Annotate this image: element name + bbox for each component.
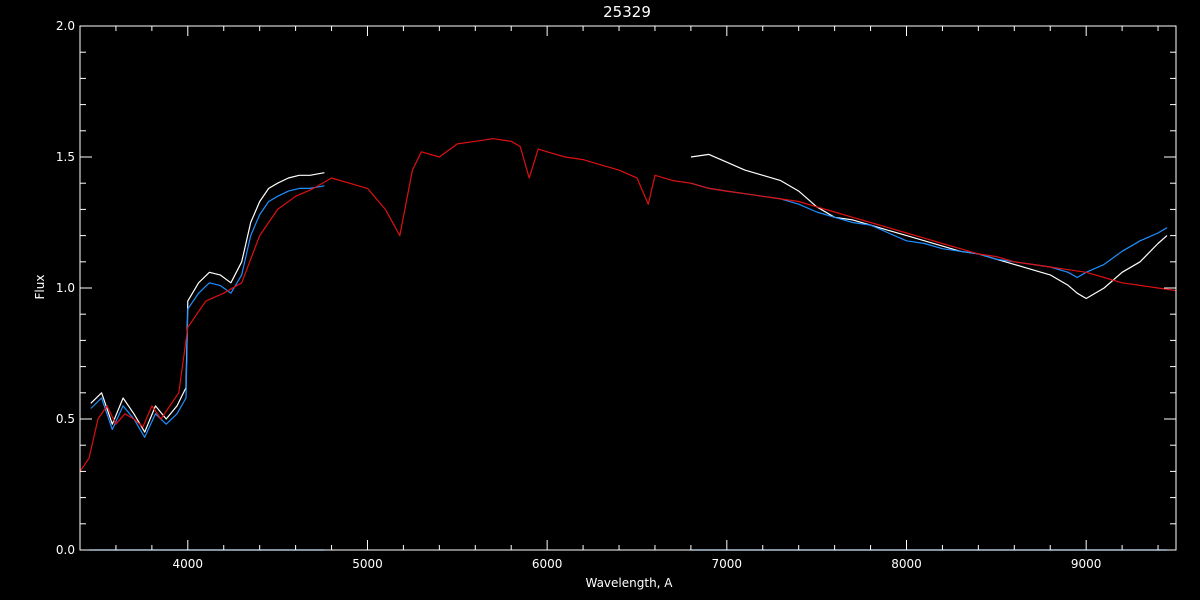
x-tick-label-9000: 9000 xyxy=(1071,557,1102,571)
y-tick-label-3: 1.5 xyxy=(56,150,75,164)
x-tick-label-7000: 7000 xyxy=(712,557,743,571)
x-tick-label-8000: 8000 xyxy=(891,557,922,571)
y-tick-label-4: 2.0 xyxy=(56,19,75,33)
y-tick-label-2: 1.0 xyxy=(56,281,75,295)
x-tick-label-6000: 6000 xyxy=(532,557,563,571)
y-tick-label-1: 0.5 xyxy=(56,412,75,426)
chart-title: 25329 xyxy=(603,3,651,21)
x-axis-label: Wavelength, A xyxy=(585,576,673,590)
chart-background xyxy=(0,0,1200,600)
spectrum-chart: 25329 Wavelength, A Flux 4000 5000 6000 700… xyxy=(0,0,1200,600)
x-tick-label-4000: 4000 xyxy=(173,557,204,571)
x-tick-label-5000: 5000 xyxy=(352,557,383,571)
y-tick-label-0: 0.0 xyxy=(56,543,75,557)
y-axis-label: Flux xyxy=(33,275,47,300)
